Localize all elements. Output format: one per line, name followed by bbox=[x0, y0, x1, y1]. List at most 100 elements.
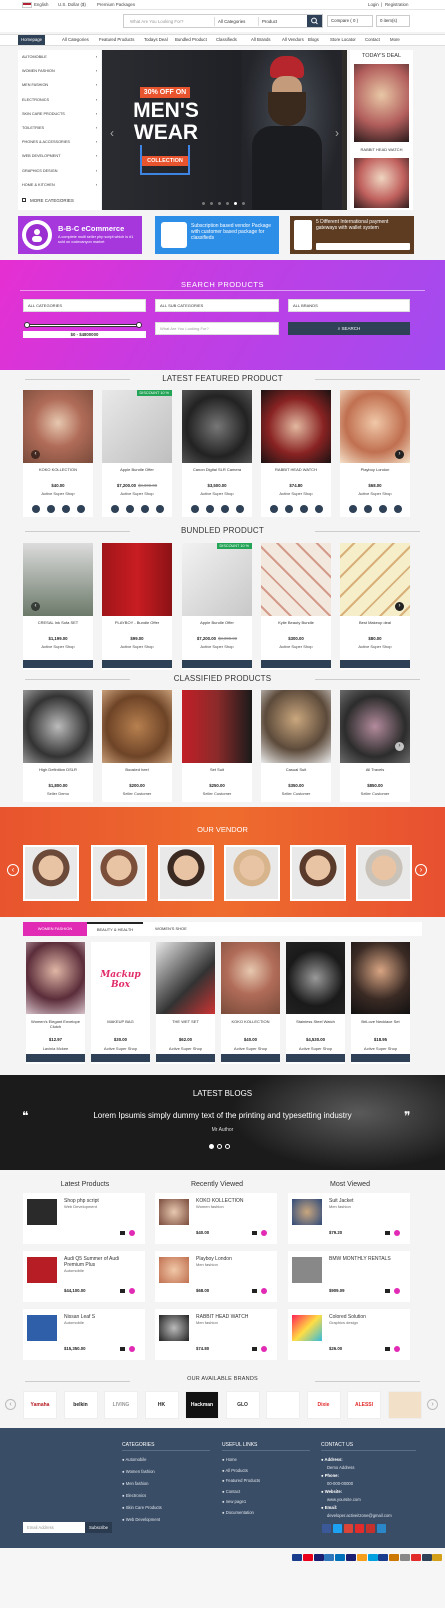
list-item[interactable]: Nissan Leaf S Automobile $15,350.00 bbox=[23, 1309, 145, 1360]
seller-name[interactable]: Seller Customer bbox=[261, 791, 331, 796]
product-name[interactable]: Apple Bundle Offer bbox=[182, 620, 252, 625]
add-to-cart-button[interactable] bbox=[182, 660, 252, 668]
product-card[interactable]: DISCOUNT 10 % Apple Bundle Offer $7,200.00… bbox=[102, 390, 172, 517]
compare-button[interactable]: Compare ( 0 ) bbox=[327, 15, 373, 27]
seller-name[interactable]: Active Super Shop bbox=[102, 491, 172, 496]
seller-name[interactable]: Active Super Shop bbox=[23, 491, 93, 496]
footer-category-link[interactable]: ● Skin Care Products bbox=[122, 1505, 162, 1510]
cart-icon[interactable] bbox=[385, 1347, 390, 1351]
vendor-prev-arrow[interactable]: ‹ bbox=[7, 864, 19, 876]
product-card[interactable]: Set Suit $250.00 Seller Customer bbox=[182, 690, 252, 802]
cart-icon[interactable] bbox=[252, 1289, 257, 1293]
heart-icon[interactable] bbox=[394, 1346, 400, 1352]
vendor-avatar[interactable] bbox=[158, 845, 214, 901]
category-item[interactable]: HOME & KITCHEN › bbox=[22, 183, 97, 187]
product-name[interactable]: Women's Elegant Envelope Clutch bbox=[26, 1019, 85, 1029]
product-name[interactable]: Playboy London bbox=[340, 467, 410, 472]
product-name[interactable]: Apple Bundle Offer bbox=[102, 467, 172, 472]
seller-name[interactable]: Active Super Shop bbox=[182, 644, 252, 649]
list-item-thumb[interactable] bbox=[27, 1257, 57, 1283]
seller-name[interactable]: Active Super Shop bbox=[102, 644, 172, 649]
seller-name[interactable]: Active Super Shop bbox=[340, 644, 410, 649]
search-bar[interactable]: What Are You Looking For? All Categories… bbox=[123, 14, 323, 28]
carousel-prev-arrow[interactable]: ‹ bbox=[31, 602, 40, 611]
search-input[interactable]: What Are You Looking For? bbox=[130, 19, 183, 24]
seller-name[interactable]: Seller Customer bbox=[182, 791, 252, 796]
product-name[interactable]: KOKO KOLLECTION bbox=[23, 467, 93, 472]
add-to-cart-button[interactable] bbox=[221, 1054, 280, 1062]
category-item[interactable]: ELECTRONICS › bbox=[22, 98, 97, 102]
tab-women-fashion[interactable]: WOMEN FASHION bbox=[23, 922, 87, 936]
product-name[interactable]: Kylie Beauty Bundle bbox=[261, 620, 331, 625]
quick-view-icon[interactable] bbox=[77, 505, 85, 513]
footer-useful-link[interactable]: ● new page1 bbox=[222, 1499, 246, 1504]
subscribe-button[interactable]: Subscribe bbox=[85, 1522, 112, 1533]
vendor-avatar[interactable] bbox=[23, 845, 79, 901]
facebook-icon[interactable] bbox=[322, 1524, 331, 1533]
cart-icon[interactable] bbox=[221, 505, 229, 513]
add-to-cart-button[interactable] bbox=[23, 660, 93, 668]
heart-icon[interactable] bbox=[261, 1346, 267, 1352]
product-name[interactable]: Set Suit bbox=[182, 767, 252, 772]
list-item[interactable]: Shop php script Web Development bbox=[23, 1193, 145, 1244]
add-to-cart-button[interactable] bbox=[351, 1054, 410, 1062]
seller-name[interactable]: Active Super Shop bbox=[182, 491, 252, 496]
heart-icon[interactable] bbox=[261, 1288, 267, 1294]
product-card[interactable]: Kylie Beauty Bundle $300.00 Active Super S… bbox=[261, 543, 331, 670]
brand-filter[interactable]: ALL BRANDS bbox=[288, 299, 410, 312]
footer-category-link[interactable]: ● Web Development bbox=[122, 1517, 160, 1522]
nav-contact[interactable]: Contact bbox=[362, 35, 383, 45]
product-card[interactable]: Casual Suit $350.00 Seller Customer bbox=[261, 690, 331, 802]
carousel-dot[interactable] bbox=[209, 1144, 214, 1149]
brand-logo[interactable]: ALESSI bbox=[347, 1391, 381, 1419]
list-item-name[interactable]: Audi Q5 Summer of Audi Premium Plus bbox=[64, 1256, 140, 1268]
compare-icon[interactable] bbox=[191, 505, 199, 513]
product-name[interactable]: High Definition DSLR bbox=[23, 767, 93, 772]
slider-handle[interactable] bbox=[136, 322, 142, 328]
add-to-cart-button[interactable] bbox=[340, 660, 410, 668]
compare-icon[interactable] bbox=[32, 505, 40, 513]
product-image[interactable] bbox=[340, 690, 410, 763]
product-name[interactable]: CRESAL Ink Sofa SET bbox=[23, 620, 93, 625]
heart-icon[interactable] bbox=[129, 1230, 135, 1236]
nav-more[interactable]: More bbox=[387, 35, 403, 45]
product-card[interactable]: Stainless Steel Watch $4,530.00 Active Sup… bbox=[286, 942, 345, 1064]
seller-name[interactable]: Seller Demo bbox=[23, 791, 93, 796]
heart-icon[interactable] bbox=[394, 1288, 400, 1294]
brand-logo[interactable]: Yamaha bbox=[23, 1391, 57, 1419]
footer-category-link[interactable]: ● Automobile bbox=[122, 1457, 146, 1462]
list-item[interactable]: KOKO KOLLECTION Women fashion $40.00 bbox=[155, 1193, 277, 1244]
product-image[interactable] bbox=[26, 942, 85, 1014]
brand-logo[interactable]: belkin bbox=[63, 1391, 98, 1419]
product-image[interactable] bbox=[156, 942, 215, 1014]
product-image[interactable] bbox=[261, 543, 331, 616]
compare-icon[interactable] bbox=[349, 505, 357, 513]
seller-name[interactable]: Seller Customer bbox=[102, 791, 172, 796]
add-to-cart-button[interactable] bbox=[286, 1054, 345, 1062]
premium-packages-link[interactable]: Premium Packages bbox=[97, 2, 135, 7]
cart-icon[interactable] bbox=[120, 1347, 125, 1351]
category-item[interactable]: WEB DEVELOPMENT › bbox=[22, 154, 97, 158]
list-item[interactable]: Audi Q5 Summer of Audi Premium Plus Autom… bbox=[23, 1251, 145, 1302]
nav-all-vendors[interactable]: All Vendors bbox=[279, 35, 307, 45]
product-image[interactable] bbox=[286, 942, 345, 1014]
seller-name[interactable]: Active Super Shop bbox=[286, 1046, 345, 1051]
seller-name[interactable]: Active Super Shop bbox=[261, 491, 331, 496]
promo-payment[interactable]: 5 Different International payment gatewa… bbox=[290, 216, 414, 254]
nav-all-brands[interactable]: All Brands bbox=[248, 35, 274, 45]
product-name[interactable]: Casual Suit bbox=[261, 767, 331, 772]
twitter-icon[interactable] bbox=[333, 1524, 342, 1533]
cart-icon[interactable] bbox=[379, 505, 387, 513]
wishlist-icon[interactable] bbox=[364, 505, 372, 513]
nav-bundled-product[interactable]: Bundled Product bbox=[172, 35, 210, 45]
tab-womens-shoe[interactable]: WOMEN'S SHOE bbox=[143, 922, 199, 936]
product-image[interactable] bbox=[261, 390, 331, 463]
promo-bbc[interactable]: B-B-C eCommerce A complete multi seller … bbox=[18, 216, 142, 254]
nav-blogs[interactable]: Blogs bbox=[305, 35, 322, 45]
quick-view-icon[interactable] bbox=[315, 505, 323, 513]
brand-logo[interactable]: Dixie bbox=[306, 1391, 341, 1419]
nav-homepage[interactable]: Homepage bbox=[18, 35, 46, 45]
product-name[interactable]: Best Makeup deal bbox=[340, 620, 410, 625]
list-item[interactable]: BMW MONTHLY RENTALS $909.09 bbox=[288, 1251, 410, 1302]
login-link[interactable]: Login bbox=[368, 2, 379, 7]
